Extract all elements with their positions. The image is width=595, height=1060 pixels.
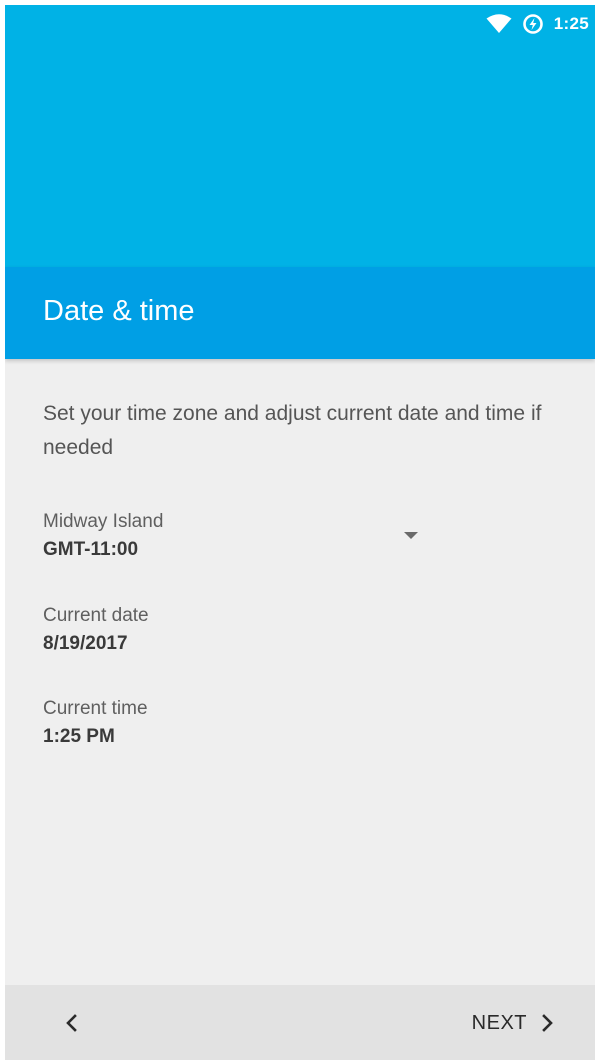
current-date-field[interactable]: Current date 8/19/2017 [43, 602, 343, 658]
data-saver-icon [522, 13, 544, 35]
status-bar: 1:25 [486, 5, 589, 43]
setup-screen: 1:25 Date & time Set your time zone and … [5, 5, 595, 1060]
current-date-value: 8/19/2017 [43, 633, 128, 654]
timezone-selector[interactable]: Midway Island GMT-11:00 [43, 508, 433, 570]
hero-banner: 1:25 [5, 5, 595, 267]
current-time-field[interactable]: Current time 1:25 PM [43, 695, 343, 751]
wifi-icon [486, 14, 512, 34]
bottom-navigation-bar: NEXT [5, 985, 595, 1060]
status-time: 1:25 [553, 14, 589, 33]
current-time-value: 1:25 PM [43, 726, 115, 747]
timezone-name: Midway Island [43, 511, 164, 532]
dropdown-arrow-icon[interactable] [404, 532, 418, 539]
description-text: Set your time zone and adjust current da… [43, 402, 542, 459]
chevron-left-icon [64, 1013, 78, 1033]
current-date-label: Current date [43, 605, 149, 626]
title-bar: Date & time [5, 267, 595, 359]
next-label: NEXT [471, 1011, 527, 1034]
page-title: Date & time [43, 295, 195, 327]
current-time-label: Current time [43, 698, 148, 719]
chevron-right-icon [541, 1013, 555, 1033]
timezone-offset: GMT-11:00 [43, 539, 139, 560]
next-button[interactable]: NEXT [472, 1003, 555, 1043]
back-button[interactable] [51, 1003, 91, 1043]
